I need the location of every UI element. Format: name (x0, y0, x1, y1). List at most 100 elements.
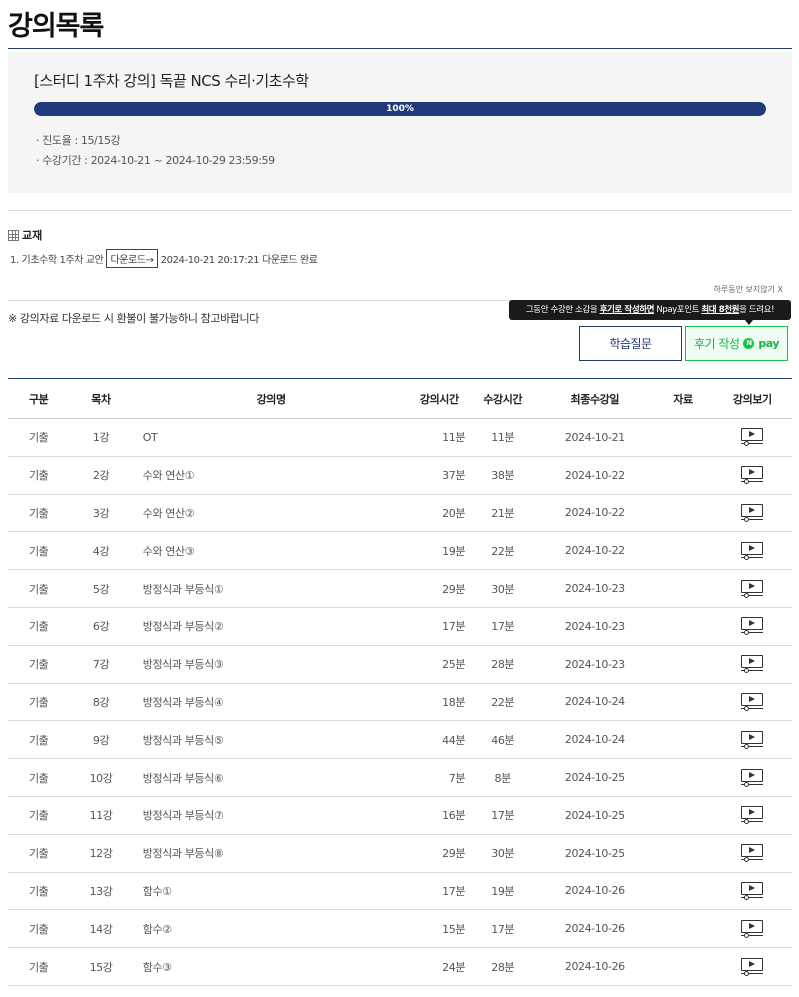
row-last-date: 2024-10-25 (536, 834, 654, 873)
row-number: 7강 (69, 645, 133, 684)
row-duration: 17분 (409, 872, 470, 911)
row-view (712, 758, 792, 797)
row-material (653, 607, 713, 646)
row-last-date: 2024-10-22 (536, 456, 654, 495)
video-play-icon[interactable] (741, 655, 764, 674)
row-duration: 29분 (409, 569, 470, 608)
row-type: 기출 (8, 607, 70, 646)
row-duration: 15분 (409, 909, 470, 949)
row-duration: 11분 (409, 418, 470, 457)
table-header-row: 구분 목차 강의명 강의시간 수강시간 최종수강일 자료 강의보기 (8, 378, 792, 419)
header-duration: 강의시간 (409, 378, 470, 419)
row-view (712, 531, 792, 571)
row-watched: 8분 (469, 758, 537, 797)
study-question-button[interactable]: 학습질문 (579, 326, 682, 361)
header-material: 자료 (653, 378, 713, 419)
row-watched: 22분 (469, 683, 537, 722)
row-type: 기출 (8, 645, 70, 684)
video-play-icon[interactable] (741, 919, 764, 938)
row-watched: 17분 (469, 909, 537, 949)
row-type: 기출 (8, 872, 70, 911)
row-watched: 46분 (469, 720, 537, 760)
row-material (653, 494, 713, 533)
row-watched: 38분 (469, 456, 537, 495)
row-watched: 11분 (469, 418, 537, 457)
video-play-icon[interactable] (741, 466, 764, 485)
row-type: 기출 (8, 758, 70, 797)
row-material (653, 909, 713, 949)
tooltip-middle: Npay포인트 (654, 305, 702, 315)
row-lecture-name: 방정식과 부등식② (132, 607, 410, 646)
lecture-table: 구분 목차 강의명 강의시간 수강시간 최종수강일 자료 강의보기 기출 1강 OT… (8, 378, 792, 986)
table-row: 기출 2강 수와 연산① 37분 38분 2024-10-22 (8, 456, 792, 495)
video-play-icon[interactable] (741, 428, 764, 447)
tooltip-suffix: 을 드려요! (739, 305, 775, 315)
table-row: 기출 15강 함수③ 24분 28분 2024-10-26 (8, 947, 792, 986)
video-play-icon[interactable] (741, 957, 764, 976)
progress-label: 100% (386, 104, 414, 114)
download-status: 2024-10-21 20:17:21 다운로드 완료 (160, 255, 318, 266)
row-material (653, 456, 713, 495)
row-number: 1강 (69, 418, 133, 457)
tooltip-arrow (745, 320, 753, 325)
row-last-date: 2024-10-25 (536, 758, 654, 797)
row-type: 기출 (8, 569, 70, 608)
row-duration: 19분 (409, 531, 470, 571)
textbook-name: 1. 기초수학 1주차 교안 (10, 255, 104, 266)
row-last-date: 2024-10-22 (536, 531, 654, 571)
row-duration: 20분 (409, 494, 470, 533)
row-number: 13강 (69, 872, 133, 911)
row-duration: 44분 (409, 720, 470, 760)
video-play-icon[interactable] (741, 806, 764, 825)
video-play-icon[interactable] (741, 768, 764, 787)
row-watched: 22분 (469, 531, 537, 571)
table-row: 기출 3강 수와 연산② 20분 21분 2024-10-22 (8, 494, 792, 533)
write-review-label: 후기 작성 (693, 337, 740, 351)
table-row: 기출 14강 함수② 15분 17분 2024-10-26 (8, 909, 792, 949)
video-play-icon[interactable] (741, 541, 764, 560)
npay-icon: N (743, 338, 755, 349)
video-play-icon[interactable] (741, 579, 764, 598)
row-view (712, 947, 792, 986)
video-play-icon[interactable] (741, 503, 764, 522)
npay-label: pay (758, 337, 780, 350)
row-lecture-name: 수와 연산① (132, 456, 410, 495)
row-watched: 19분 (469, 872, 537, 911)
row-last-date: 2024-10-24 (536, 683, 654, 722)
row-number: 3강 (69, 494, 133, 533)
page-title: 강의목록 (8, 11, 104, 42)
row-type: 기출 (8, 834, 70, 873)
review-promo-tooltip: 그동안 수강한 소감을 후기로 작성하면 Npay포인트 최대 8천원을 드려요… (509, 300, 791, 320)
row-view (712, 569, 792, 608)
hide-today-link[interactable]: 하루동안 보지않기 X (714, 284, 783, 295)
table-row: 기출 4강 수와 연산③ 19분 22분 2024-10-22 (8, 531, 792, 571)
row-duration: 37분 (409, 456, 470, 495)
row-material (653, 683, 713, 722)
row-lecture-name: 수와 연산② (132, 494, 410, 533)
row-last-date: 2024-10-26 (536, 872, 654, 911)
row-lecture-name: OT (132, 418, 410, 457)
row-last-date: 2024-10-23 (536, 645, 654, 684)
download-button[interactable]: 다운로드→ (106, 249, 158, 268)
video-play-icon[interactable] (741, 844, 764, 863)
row-last-date: 2024-10-22 (536, 494, 654, 533)
video-play-icon[interactable] (741, 730, 764, 749)
row-view (712, 418, 792, 457)
row-lecture-name: 방정식과 부등식⑥ (132, 758, 410, 797)
video-play-icon[interactable] (741, 881, 764, 900)
row-view (712, 796, 792, 835)
header-name: 강의명 (132, 378, 410, 419)
row-watched: 17분 (469, 607, 537, 646)
table-row: 기출 5강 방정식과 부등식① 29분 30분 2024-10-23 (8, 569, 792, 608)
row-material (653, 872, 713, 911)
row-lecture-name: 방정식과 부등식⑧ (132, 834, 410, 873)
video-play-icon[interactable] (741, 617, 764, 636)
row-number: 4강 (69, 531, 133, 571)
row-duration: 29분 (409, 834, 470, 873)
row-last-date: 2024-10-26 (536, 947, 654, 986)
write-review-button[interactable]: 후기 작성 N pay (685, 326, 788, 361)
table-grid-icon (8, 229, 19, 241)
row-view (712, 494, 792, 533)
row-view (712, 909, 792, 949)
video-play-icon[interactable] (741, 692, 764, 711)
